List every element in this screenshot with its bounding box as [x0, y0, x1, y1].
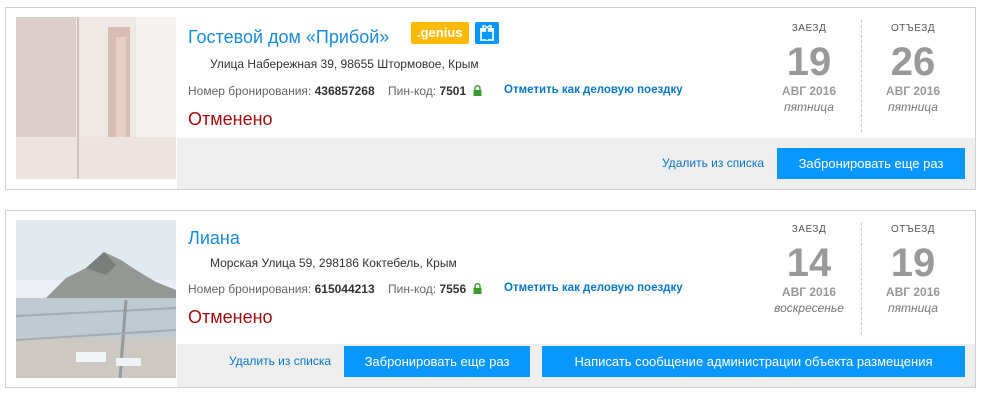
remove-from-list-link[interactable]: Удалить из списка: [229, 354, 331, 368]
checkin-month: АВГ 2016: [781, 84, 837, 98]
booking-number-label: Номер бронирования:: [188, 84, 312, 98]
remove-from-list-link[interactable]: Удалить из списка: [662, 156, 764, 170]
booking-card: Гостевой дом «Прибой» .genius Улица Набе…: [5, 7, 976, 190]
checkin-day: 19: [786, 40, 832, 84]
booking-number: 615044213: [314, 282, 375, 296]
checkout-day: 26: [890, 40, 936, 84]
rebook-button[interactable]: Забронировать еще раз: [777, 148, 965, 179]
checkout-day: 19: [890, 241, 936, 285]
lock-icon: [473, 85, 481, 96]
booking-info: Номер бронирования: 436857268 Пин-код: 7…: [188, 84, 482, 98]
pin-label: Пин-код:: [388, 282, 437, 296]
booking-info: Номер бронирования: 615044213 Пин-код: 7…: [188, 282, 482, 296]
checkin-date: ЗАЕЗД 14 АВГ 2016 воскресенье: [759, 224, 859, 315]
date-divider: [861, 223, 862, 335]
checkin-day: 14: [786, 241, 832, 285]
hotel-name-link[interactable]: Гостевой дом «Прибой»: [188, 27, 389, 48]
gift-icon: [475, 22, 499, 44]
mark-business-trip-link[interactable]: Отметить как деловую поездку: [504, 84, 683, 96]
checkin-weekday: воскресенье: [774, 301, 844, 315]
checkout-weekday: пятница: [888, 301, 938, 315]
checkout-weekday: пятница: [888, 100, 938, 114]
checkout-caption: ОТЪЕЗД: [890, 224, 936, 235]
property-photo[interactable]: [16, 220, 176, 378]
genius-badge: .genius: [411, 22, 469, 44]
hotel-name-link[interactable]: Лиана: [188, 228, 240, 249]
date-divider: [861, 20, 862, 132]
mark-business-trip-link[interactable]: Отметить как деловую поездку: [504, 282, 683, 294]
checkout-month: АВГ 2016: [885, 285, 941, 299]
checkin-caption: ЗАЕЗД: [791, 23, 827, 34]
lock-icon: [473, 283, 481, 294]
checkin-weekday: пятница: [784, 100, 834, 114]
checkin-month: АВГ 2016: [781, 285, 837, 299]
pin-code: 7501: [439, 84, 467, 98]
checkout-month: АВГ 2016: [885, 84, 941, 98]
checkin-date: ЗАЕЗД 19 АВГ 2016 пятница: [759, 23, 859, 114]
pin-code: 7556: [439, 282, 467, 296]
message-property-button[interactable]: Написать сообщение администрации объекта…: [542, 346, 965, 377]
property-photo[interactable]: [16, 17, 176, 179]
booking-number: 436857268: [314, 84, 375, 98]
hotel-address: Морская Улица 59, 298186 Коктебель, Крым: [210, 256, 457, 270]
rebook-button[interactable]: Забронировать еще раз: [344, 346, 530, 377]
hotel-address: Улица Набережная 39, 98655 Штормовое, Кр…: [210, 57, 479, 71]
booking-number-label: Номер бронирования:: [188, 282, 312, 296]
checkout-date: ОТЪЕЗД 26 АВГ 2016 пятница: [863, 23, 963, 114]
booking-status: Отменено: [188, 307, 273, 327]
booking-card: Лиана Морская Улица 59, 298186 Коктебель…: [5, 210, 976, 388]
booking-status: Отменено: [188, 109, 273, 129]
checkout-caption: ОТЪЕЗД: [890, 23, 936, 34]
checkin-caption: ЗАЕЗД: [791, 224, 827, 235]
pin-label: Пин-код:: [388, 84, 437, 98]
checkout-date: ОТЪЕЗД 19 АВГ 2016 пятница: [863, 224, 963, 315]
